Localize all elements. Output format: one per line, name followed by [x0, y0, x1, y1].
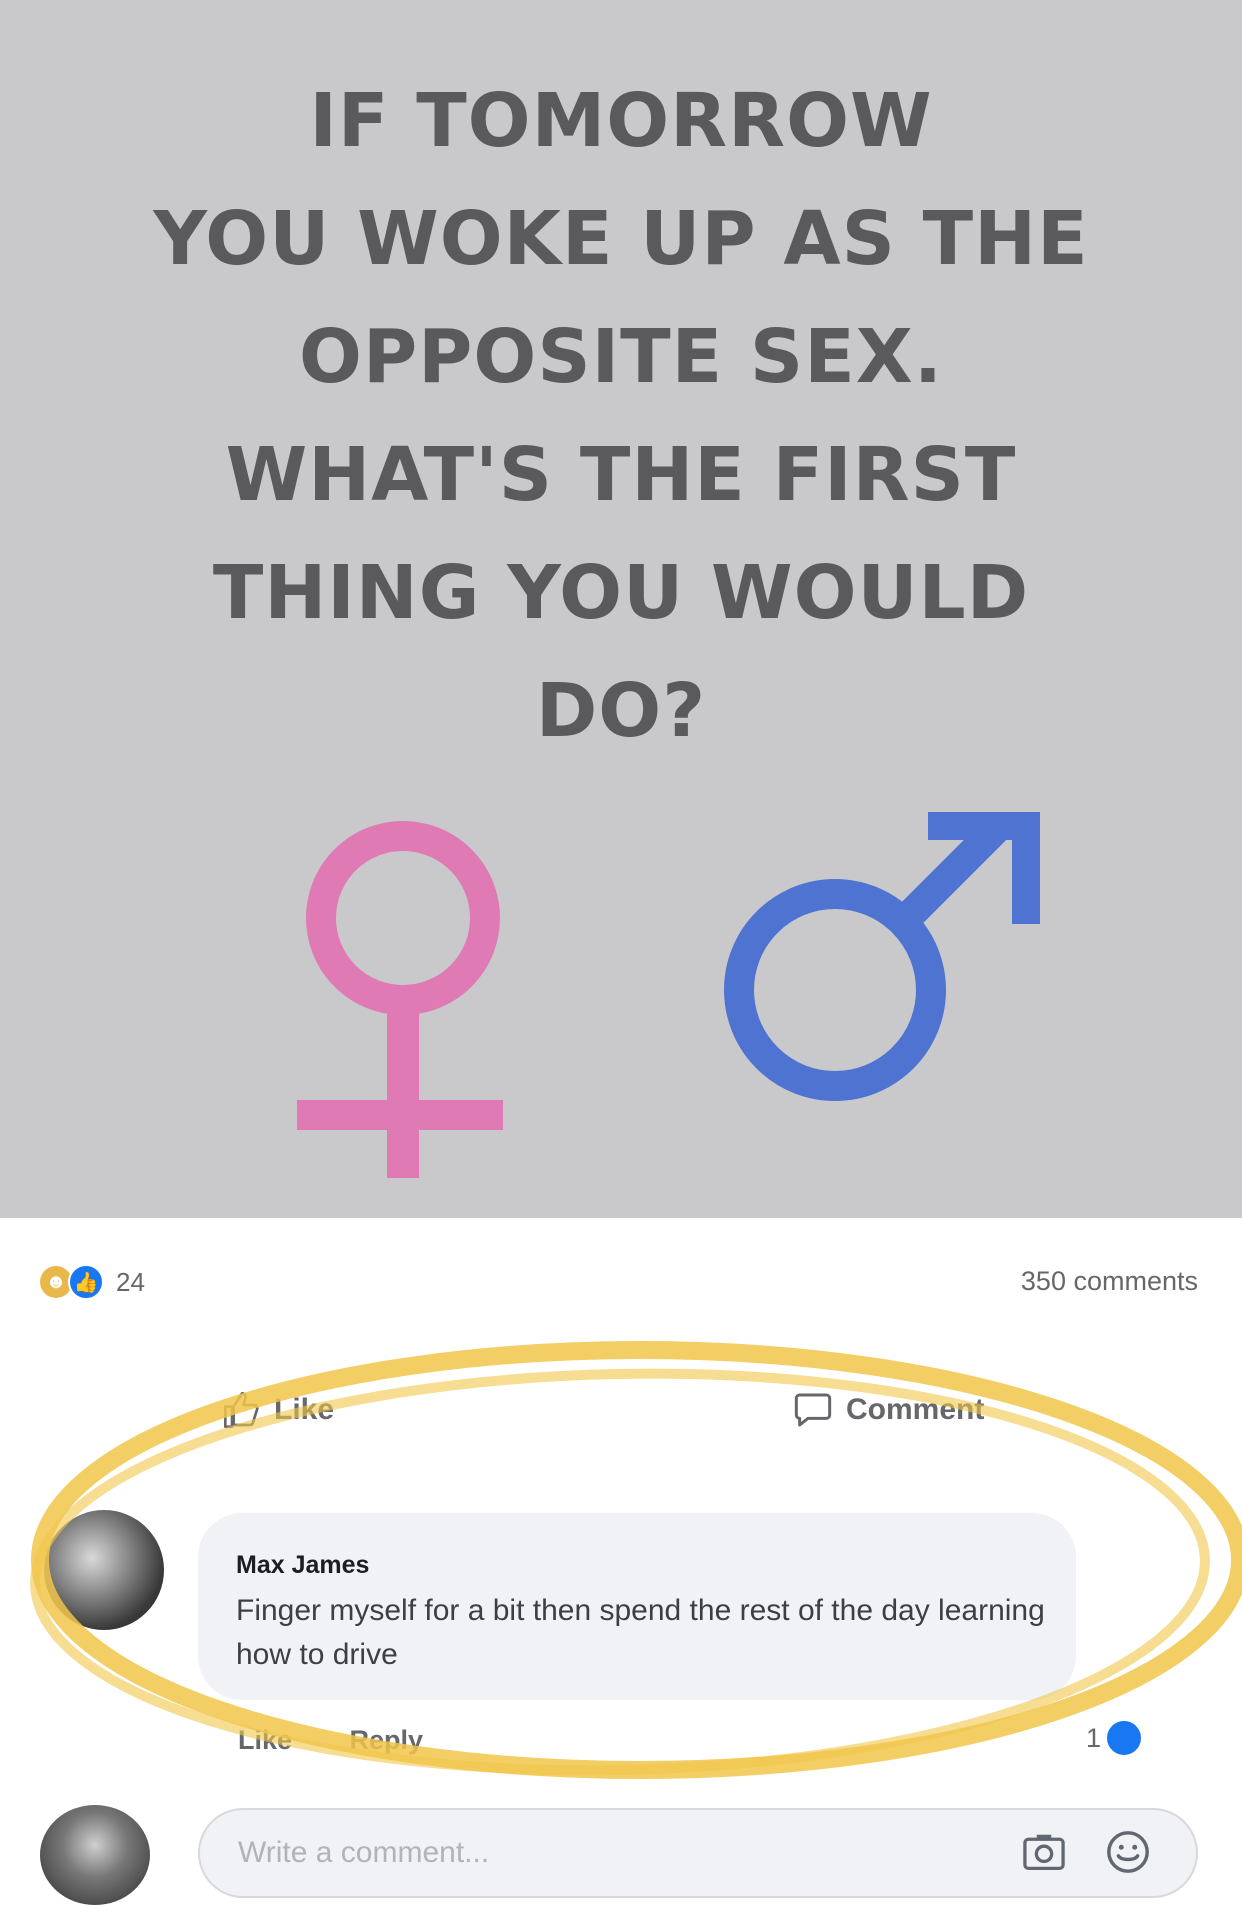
like-icon: 👍 — [68, 1264, 104, 1300]
comment-author[interactable]: Max James — [236, 1551, 369, 1580]
commenter-avatar[interactable] — [44, 1510, 164, 1630]
like-icon — [1105, 1719, 1144, 1757]
headline-line: IF TOMORROW — [309, 78, 933, 164]
like-button[interactable]: Like — [222, 1390, 334, 1430]
comment-text: Finger myself for a bit then spend the r… — [236, 1594, 1045, 1671]
comment-like-link[interactable]: Like — [238, 1725, 292, 1755]
speech-bubble-icon — [794, 1393, 832, 1427]
headline-line: OPPOSITE SEX. — [299, 314, 943, 400]
post-headline: IF TOMORROW YOU WOKE UP AS THE OPPOSITE … — [0, 62, 1242, 770]
male-symbol-icon — [724, 812, 1040, 1101]
comment-reply-link[interactable]: Reply — [350, 1725, 424, 1755]
post-image[interactable]: IF TOMORROW YOU WOKE UP AS THE OPPOSITE … — [0, 0, 1242, 1218]
comment-bubble: Max James Finger myself for a bit then s… — [198, 1513, 1076, 1700]
headline-line: DO? — [535, 668, 707, 754]
emoji-icon[interactable] — [1100, 1824, 1156, 1880]
comments-count-link[interactable]: 350 comments — [1021, 1266, 1198, 1297]
comment-input-placeholder: Write a comment... — [238, 1836, 490, 1869]
comment-reaction-count: 1 — [1086, 1722, 1102, 1753]
viewer-avatar — [40, 1805, 150, 1905]
female-symbol-icon — [297, 821, 503, 1178]
post-actions: Like Comment — [0, 1390, 1242, 1450]
comment-actions: Like Reply — [238, 1725, 473, 1756]
comment-input-icons — [1016, 1824, 1156, 1880]
camera-icon[interactable] — [1016, 1824, 1072, 1880]
comment-button-label: Comment — [846, 1393, 985, 1426]
comment-reaction-summary[interactable]: 1 — [1086, 1719, 1144, 1757]
reaction-summary[interactable]: ☻ 👍 24 — [40, 1262, 145, 1302]
thumbs-up-icon — [224, 1392, 259, 1428]
like-button-label: Like — [274, 1393, 335, 1426]
reaction-count: 24 — [116, 1266, 145, 1297]
comment-input[interactable]: Write a comment... — [198, 1808, 1198, 1898]
comment-button[interactable]: Comment — [792, 1390, 984, 1430]
gender-symbols — [297, 812, 1040, 1178]
headline-line: YOU WOKE UP AS THE — [153, 196, 1089, 282]
headline-line: THING YOU WOULD — [212, 550, 1030, 636]
headline-line: WHAT'S THE FIRST — [225, 432, 1017, 518]
